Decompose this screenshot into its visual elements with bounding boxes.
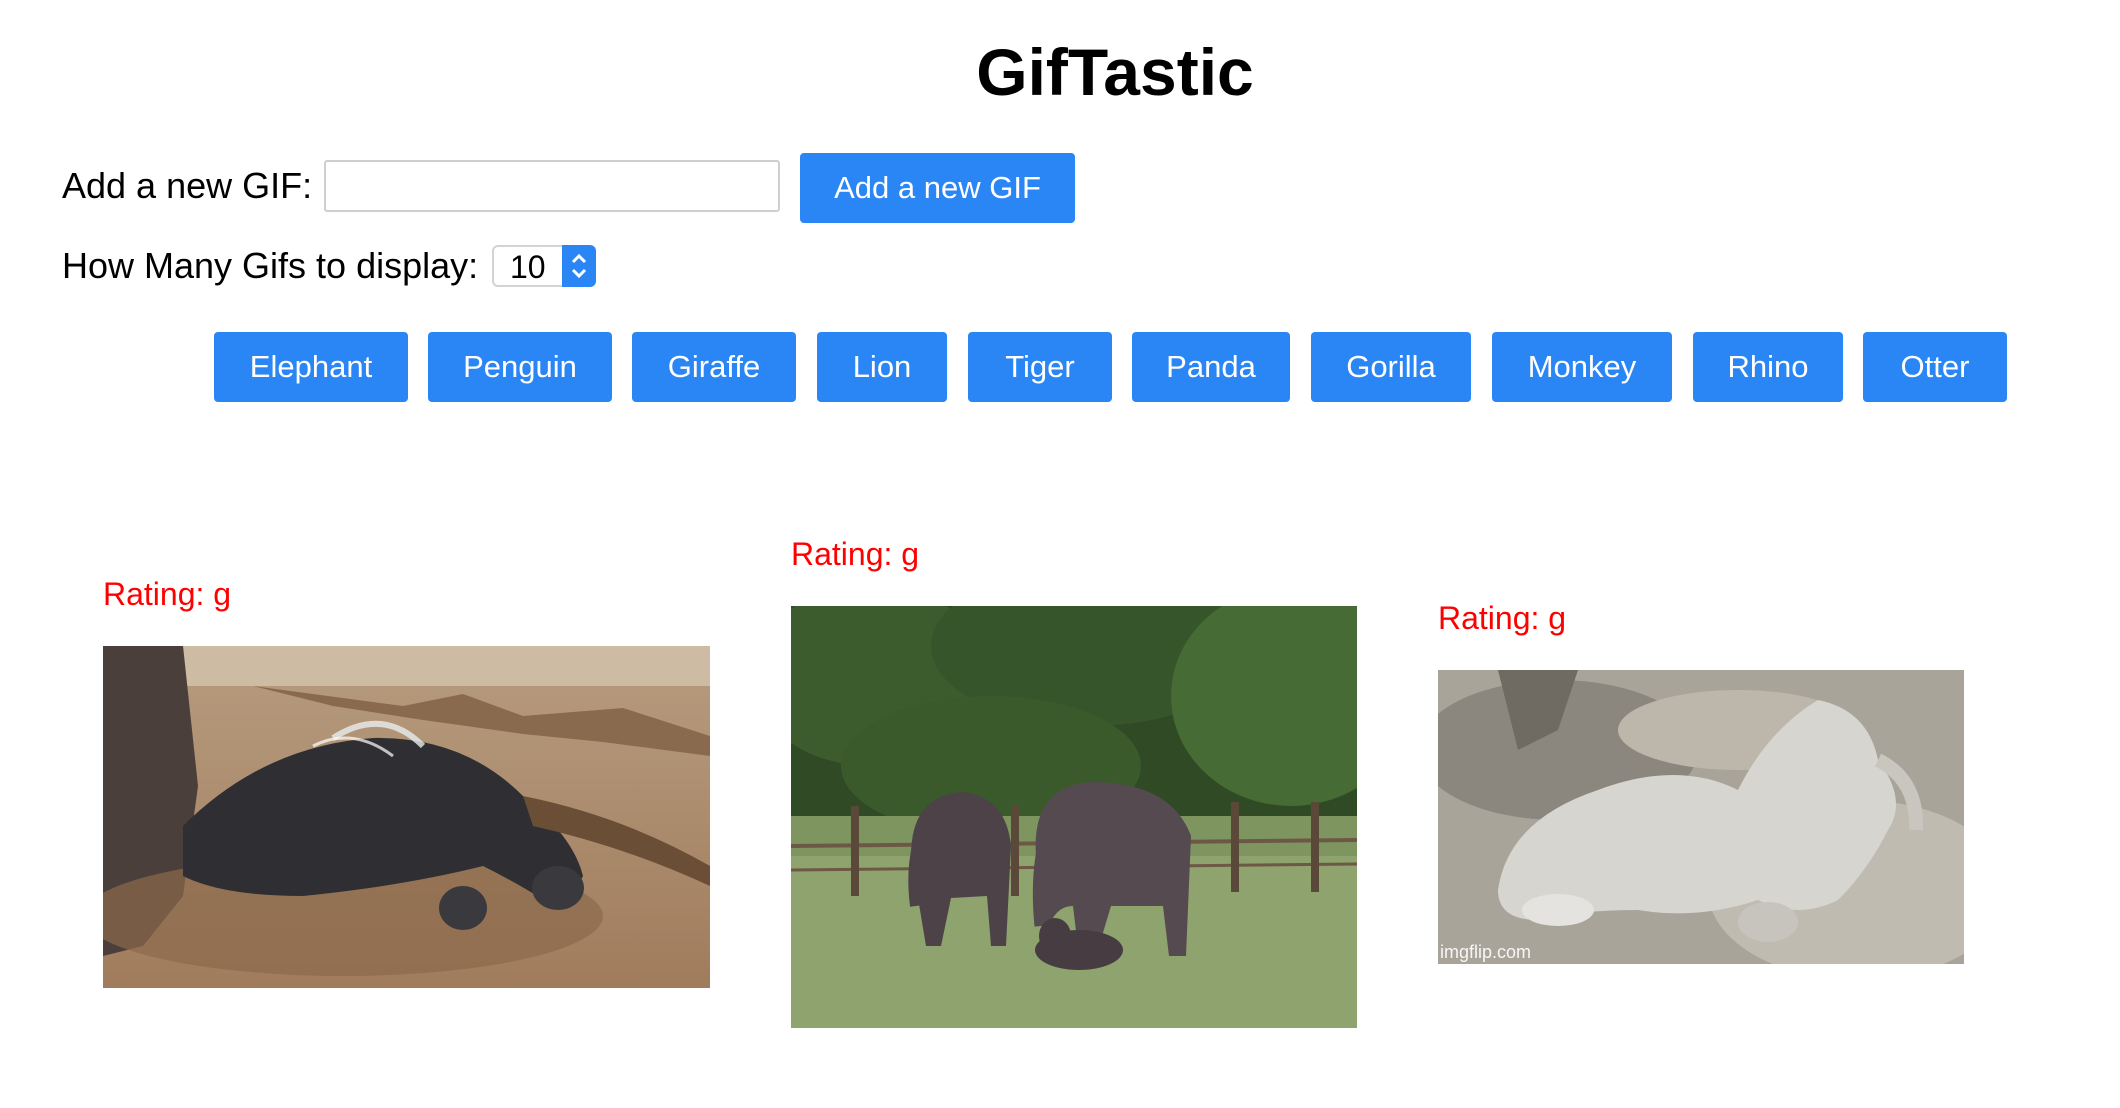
topic-button-tiger[interactable]: Tiger: [968, 332, 1112, 402]
page-title: GifTastic: [976, 35, 1254, 109]
gif-count-value: 10: [510, 249, 546, 285]
gif-count-label: How Many Gifs to display:: [62, 245, 479, 286]
gif-image-elephant-herd[interactable]: [791, 606, 1357, 1028]
add-gif-input[interactable]: [324, 160, 780, 212]
gif-rating: Rating: g: [1438, 600, 1567, 636]
select-arrows-icon: [562, 245, 596, 287]
topic-button-elephant[interactable]: Elephant: [214, 332, 408, 402]
gif-image-elephant-mud[interactable]: [103, 646, 710, 988]
topic-button-giraffe[interactable]: Giraffe: [632, 332, 796, 402]
topic-button-otter[interactable]: Otter: [1863, 332, 2007, 402]
add-gif-label: Add a new GIF:: [62, 165, 313, 206]
gif-image-elephant-sand[interactable]: imgflip.com: [1438, 670, 1964, 964]
gif-rating: Rating: g: [103, 576, 232, 612]
topic-button-gorilla[interactable]: Gorilla: [1311, 332, 1471, 402]
topic-button-panda[interactable]: Panda: [1132, 332, 1290, 402]
gif-count-select[interactable]: 10: [492, 245, 596, 287]
imgflip-watermark: imgflip.com: [1440, 942, 1532, 962]
topic-button-rhino[interactable]: Rhino: [1693, 332, 1843, 402]
topic-button-monkey[interactable]: Monkey: [1492, 332, 1672, 402]
gif-rating: Rating: g: [791, 536, 920, 572]
add-gif-button[interactable]: Add a new GIF: [800, 153, 1075, 223]
topic-button-penguin[interactable]: Penguin: [428, 332, 612, 402]
topic-button-lion[interactable]: Lion: [817, 332, 947, 402]
